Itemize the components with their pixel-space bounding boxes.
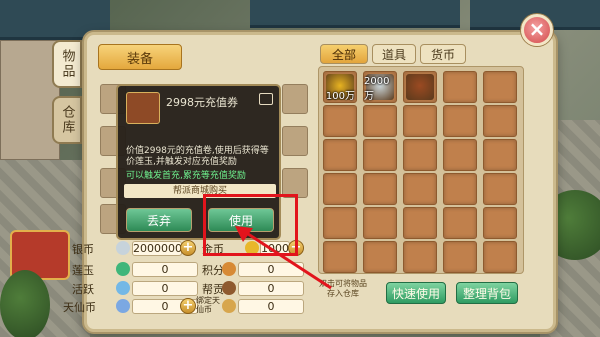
inventory-slot[interactable] [483,207,517,239]
inventory-slot[interactable] [443,71,477,103]
inventory-slot[interactable] [443,241,477,273]
currency-value: 0 [238,299,304,314]
currency-value: 0 [132,281,198,296]
inventory-slot[interactable] [443,105,477,137]
equipment-slot[interactable] [282,126,308,156]
add-celestial-coin-button[interactable]: + [180,298,196,314]
item-quantity: 2000万 [364,76,390,102]
tree [0,270,50,337]
side-tab-items[interactable]: 物品 [52,40,82,88]
inventory-slot[interactable] [403,173,437,205]
inventory-slot[interactable] [363,207,397,239]
inventory-slot[interactable] [323,105,357,137]
inventory-slot[interactable] [403,139,437,171]
inventory-slot[interactable] [443,173,477,205]
building-wall [0,40,60,160]
inventory-slot[interactable] [443,207,477,239]
tab-all[interactable]: 全部 [320,44,368,64]
inventory-slot[interactable] [363,139,397,171]
annotation-arrow-icon [235,226,332,290]
close-button[interactable]: × [521,14,553,46]
equipment-slot[interactable] [282,84,308,114]
lotus-jade-icon [116,262,130,276]
tab-props[interactable]: 道具 [372,44,416,64]
inventory-slot[interactable] [363,173,397,205]
inventory-slot[interactable] [483,173,517,205]
side-tab-warehouse[interactable]: 仓库 [52,96,82,144]
currency-label: 活跃 [72,283,94,296]
activity-icon [116,281,130,295]
item-title: 2998元充值券 [166,96,238,109]
points-icon [222,262,236,276]
silver-coin-icon [116,241,130,255]
currency-label: 莲玉 [72,264,94,277]
currency-value: 0 [132,262,198,277]
share-icon[interactable] [259,93,273,105]
currency-row: 天仙币 0 + 绑定天仙币 0 [60,296,310,315]
recharge-voucher-icon [406,74,434,100]
inventory-slot[interactable]: 2000万 [363,71,397,103]
inventory-slot[interactable]: 100万 [323,71,357,103]
inventory-slot[interactable] [483,105,517,137]
item-quantity: 100万 [325,91,355,102]
inventory-slot[interactable] [443,139,477,171]
inventory-slot[interactable] [403,241,437,273]
currency-label: 绑定天仙币 [196,296,220,314]
item-bonus-note: 可以触发首充,累充等充值奖励 [126,171,246,181]
currency-label: 积分 [202,264,224,277]
inventory-grid: 100万 2000万 [318,66,524,274]
recharge-voucher-icon [126,92,160,124]
inventory-slot[interactable] [403,207,437,239]
building-roof [250,0,460,28]
inventory-slot[interactable] [483,241,517,273]
currency-label: 帮贡 [202,283,224,296]
sort-bag-button[interactable]: 整理背包 [456,282,518,304]
currency-label: 天仙币 [63,301,96,314]
quick-use-button[interactable]: 快速使用 [386,282,446,304]
inventory-slot[interactable] [363,241,397,273]
currency-label: 银币 [72,243,94,256]
tab-currency[interactable]: 货币 [420,44,466,64]
equipment-button[interactable]: 装备 [98,44,182,70]
inventory-slot[interactable] [323,173,357,205]
inventory-slot[interactable] [403,71,437,103]
inventory-slot[interactable] [363,105,397,137]
celestial-coin-icon [116,299,130,313]
item-description: 价值2998元的充值卷,使用后获得等价莲玉,并触发对应充值奖励 [126,146,269,167]
inventory-slot[interactable] [483,71,517,103]
inventory-slot[interactable] [323,139,357,171]
discard-button[interactable]: 丢弃 [126,208,192,232]
inventory-slot[interactable] [403,105,437,137]
guild-contribution-icon [222,281,236,295]
currency-value: 20000000 [132,241,189,256]
bound-celestial-coin-icon [222,299,236,313]
inventory-slot[interactable] [483,139,517,171]
